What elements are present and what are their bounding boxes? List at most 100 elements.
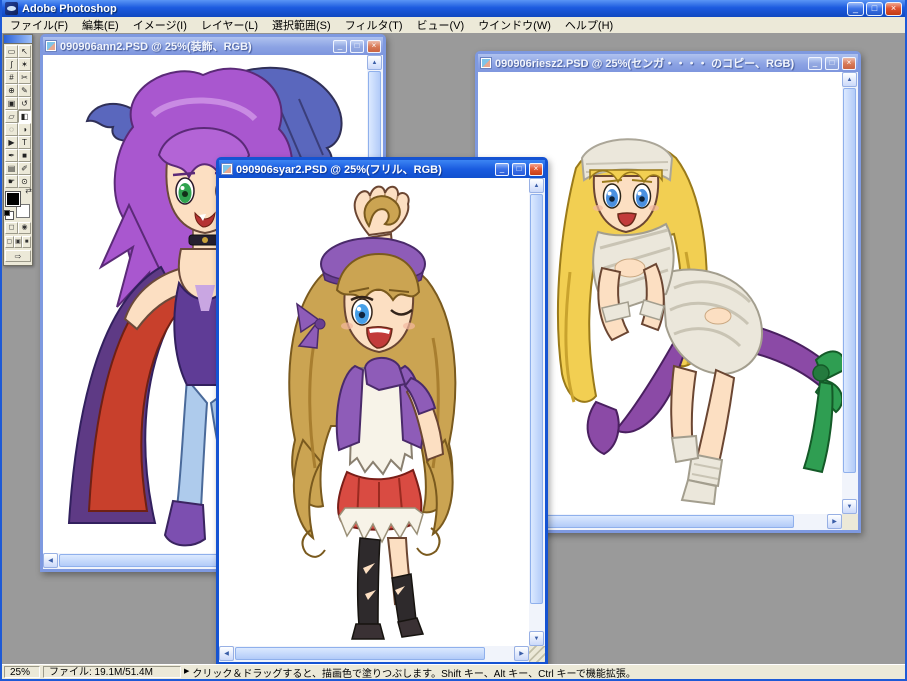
toolbox-palette: ▭ ↖ ʃ ✶ # ✂ ⊕ ✎ ▣ ↺ ▱ ◧ ◌ ◑ ▶ T ✒ ■ ▤ ✐ xyxy=(3,34,33,266)
tool-clone-stamp[interactable]: ▣ xyxy=(5,97,18,110)
tool-lasso[interactable]: ʃ xyxy=(5,58,18,71)
tool-notes[interactable]: ▤ xyxy=(5,162,18,175)
tool-rectangular-marquee[interactable]: ▭ xyxy=(5,45,18,58)
scroll-right-arrow[interactable]: ▶ xyxy=(514,646,529,661)
file-size-info: ファイル: 19.1M/51.4M xyxy=(43,666,181,678)
foreground-color-swatch[interactable] xyxy=(5,191,21,207)
doc-titlebar-syar2[interactable]: 090906syar2.PSD @ 25%(フリル、RGB) _ □ × xyxy=(219,160,545,178)
tool-crop[interactable]: # xyxy=(5,71,18,84)
tool-history-brush[interactable]: ↺ xyxy=(18,97,31,110)
photoshop-app-icon xyxy=(5,2,18,15)
doc-title-riesz2: 090906riesz2.PSD @ 25%(センガ・・・・ のコピー、RGB) xyxy=(495,58,795,70)
menu-filter[interactable]: フィルタ(T) xyxy=(338,16,410,34)
doc-close-button[interactable]: × xyxy=(367,39,381,53)
doc-title-ann2: 090906ann2.PSD @ 25%(装飾、RGB) xyxy=(60,41,252,53)
doc-maximize-button[interactable]: □ xyxy=(350,39,364,53)
menu-view[interactable]: ビュー(V) xyxy=(410,16,472,34)
scroll-up-arrow[interactable]: ▲ xyxy=(367,55,382,70)
scroll-left-arrow[interactable]: ◀ xyxy=(219,646,234,661)
menu-select[interactable]: 選択範囲(S) xyxy=(265,16,338,34)
app-window-controls: _ □ × xyxy=(847,1,902,16)
standard-mode-button[interactable]: ◻ xyxy=(5,222,18,234)
quick-mask-mode-button[interactable]: ◉ xyxy=(18,222,31,234)
document-icon xyxy=(480,57,492,69)
app-menubar: ファイル(F) 編集(E) イメージ(I) レイヤー(L) 選択範囲(S) フィ… xyxy=(2,17,905,33)
app-statusbar: 25% ファイル: 19.1M/51.4M ▶ クリック＆ドラッグすると、描画色… xyxy=(2,664,905,679)
jump-to-imageready-button[interactable]: ⇨ xyxy=(5,250,31,262)
document-icon xyxy=(45,40,57,52)
menu-file[interactable]: ファイル(F) xyxy=(3,16,75,34)
doc-titlebar-ann2[interactable]: 090906ann2.PSD @ 25%(装飾、RGB) _ □ × xyxy=(43,37,383,55)
workspace: ▭ ↖ ʃ ✶ # ✂ ⊕ ✎ ▣ ↺ ▱ ◧ ◌ ◑ ▶ T ✒ ■ ▤ ✐ xyxy=(2,33,905,664)
resize-grip[interactable] xyxy=(842,514,858,530)
menu-window[interactable]: ウインドウ(W) xyxy=(471,16,558,34)
tool-shape[interactable]: ■ xyxy=(18,149,31,162)
photoshop-app-window: Adobe Photoshop _ □ × ファイル(F) 編集(E) イメージ… xyxy=(0,0,907,681)
vertical-scroll-thumb[interactable] xyxy=(530,194,543,604)
document-window-syar2: 090906syar2.PSD @ 25%(フリル、RGB) _ □ × ▲ ▼… xyxy=(216,157,548,664)
doc-minimize-button[interactable]: _ xyxy=(808,56,822,70)
tool-paint-bucket[interactable]: ◧ xyxy=(18,110,31,123)
menu-layer[interactable]: レイヤー(L) xyxy=(194,16,265,34)
vertical-scrollbar[interactable]: ▲ ▼ xyxy=(529,178,545,646)
doc-close-button[interactable]: × xyxy=(529,162,543,176)
fullscreen-mode-button[interactable]: ■ xyxy=(22,236,32,248)
swap-colors-icon[interactable]: ⇄ xyxy=(25,187,32,195)
doc-title-syar2: 090906syar2.PSD @ 25%(フリル、RGB) xyxy=(236,164,442,176)
zoom-level-field[interactable]: 25% xyxy=(4,666,40,678)
canvas-syar2[interactable] xyxy=(219,178,529,646)
horizontal-scroll-thumb[interactable] xyxy=(235,647,485,660)
scroll-up-arrow[interactable]: ▲ xyxy=(842,72,857,87)
tool-eraser[interactable]: ▱ xyxy=(5,110,18,123)
tool-move[interactable]: ↖ xyxy=(18,45,31,58)
status-popup-arrow[interactable]: ▶ xyxy=(184,666,189,678)
color-swatches: ⇄ xyxy=(4,187,32,220)
doc-minimize-button[interactable]: _ xyxy=(333,39,347,53)
tool-magic-wand[interactable]: ✶ xyxy=(18,58,31,71)
resize-grip[interactable] xyxy=(529,646,545,662)
doc-close-button[interactable]: × xyxy=(842,56,856,70)
menu-help[interactable]: ヘルプ(H) xyxy=(558,16,620,34)
app-maximize-button[interactable]: □ xyxy=(866,1,883,16)
scroll-down-arrow[interactable]: ▼ xyxy=(529,631,544,646)
screen-mode-buttons: ▢ ▣ ■ xyxy=(5,236,32,248)
standard-screen-mode-button[interactable]: ▢ xyxy=(5,236,14,248)
tool-slice[interactable]: ✂ xyxy=(18,71,31,84)
menu-image[interactable]: イメージ(I) xyxy=(126,16,194,34)
app-minimize-button[interactable]: _ xyxy=(847,1,864,16)
artwork-waving-girl-character xyxy=(288,185,457,640)
tool-path-selection[interactable]: ▶ xyxy=(5,136,18,149)
doc-maximize-button[interactable]: □ xyxy=(512,162,526,176)
scroll-down-arrow[interactable]: ▼ xyxy=(842,499,857,514)
app-close-button[interactable]: × xyxy=(885,1,902,16)
doc-body: ▲ ▼ ◀ ▶ xyxy=(219,178,545,662)
status-tool-tip-text: クリック＆ドラッグすると、描画色で塗りつぶします。Shift キー、Alt キー… xyxy=(192,668,636,680)
tool-brush[interactable]: ✎ xyxy=(18,84,31,97)
doc-titlebar-riesz2[interactable]: 090906riesz2.PSD @ 25%(センガ・・・・ のコピー、RGB)… xyxy=(478,54,858,72)
app-title: Adobe Photoshop xyxy=(22,2,117,15)
scroll-left-arrow[interactable]: ◀ xyxy=(43,553,58,568)
tool-grid: ▭ ↖ ʃ ✶ # ✂ ⊕ ✎ ▣ ↺ ▱ ◧ ◌ ◑ ▶ T ✒ ■ ▤ ✐ xyxy=(5,45,31,188)
document-icon xyxy=(221,163,233,175)
scroll-up-arrow[interactable]: ▲ xyxy=(529,178,544,193)
tool-eyedropper[interactable]: ✐ xyxy=(18,162,31,175)
tool-dodge[interactable]: ◑ xyxy=(18,123,31,136)
doc-minimize-button[interactable]: _ xyxy=(495,162,509,176)
toolbox-titlebar[interactable] xyxy=(4,35,32,44)
tool-healing-brush[interactable]: ⊕ xyxy=(5,84,18,97)
tool-blur[interactable]: ◌ xyxy=(5,123,18,136)
doc-maximize-button[interactable]: □ xyxy=(825,56,839,70)
tool-hand[interactable]: ☛ xyxy=(5,175,18,188)
background-color-swatch[interactable] xyxy=(16,204,30,218)
menu-edit[interactable]: 編集(E) xyxy=(75,16,126,34)
vertical-scrollbar[interactable]: ▲ ▼ xyxy=(842,72,858,514)
mask-mode-buttons: ◻ ◉ xyxy=(5,222,31,234)
default-colors-icon[interactable] xyxy=(4,210,14,220)
horizontal-scrollbar[interactable]: ◀ ▶ xyxy=(219,646,529,662)
fullscreen-with-menu-mode-button[interactable]: ▣ xyxy=(13,236,23,248)
tool-pen[interactable]: ✒ xyxy=(5,149,18,162)
scroll-right-arrow[interactable]: ▶ xyxy=(827,514,842,529)
app-titlebar[interactable]: Adobe Photoshop _ □ × xyxy=(2,0,905,17)
vertical-scroll-thumb[interactable] xyxy=(843,88,856,473)
tool-type[interactable]: T xyxy=(18,136,31,149)
